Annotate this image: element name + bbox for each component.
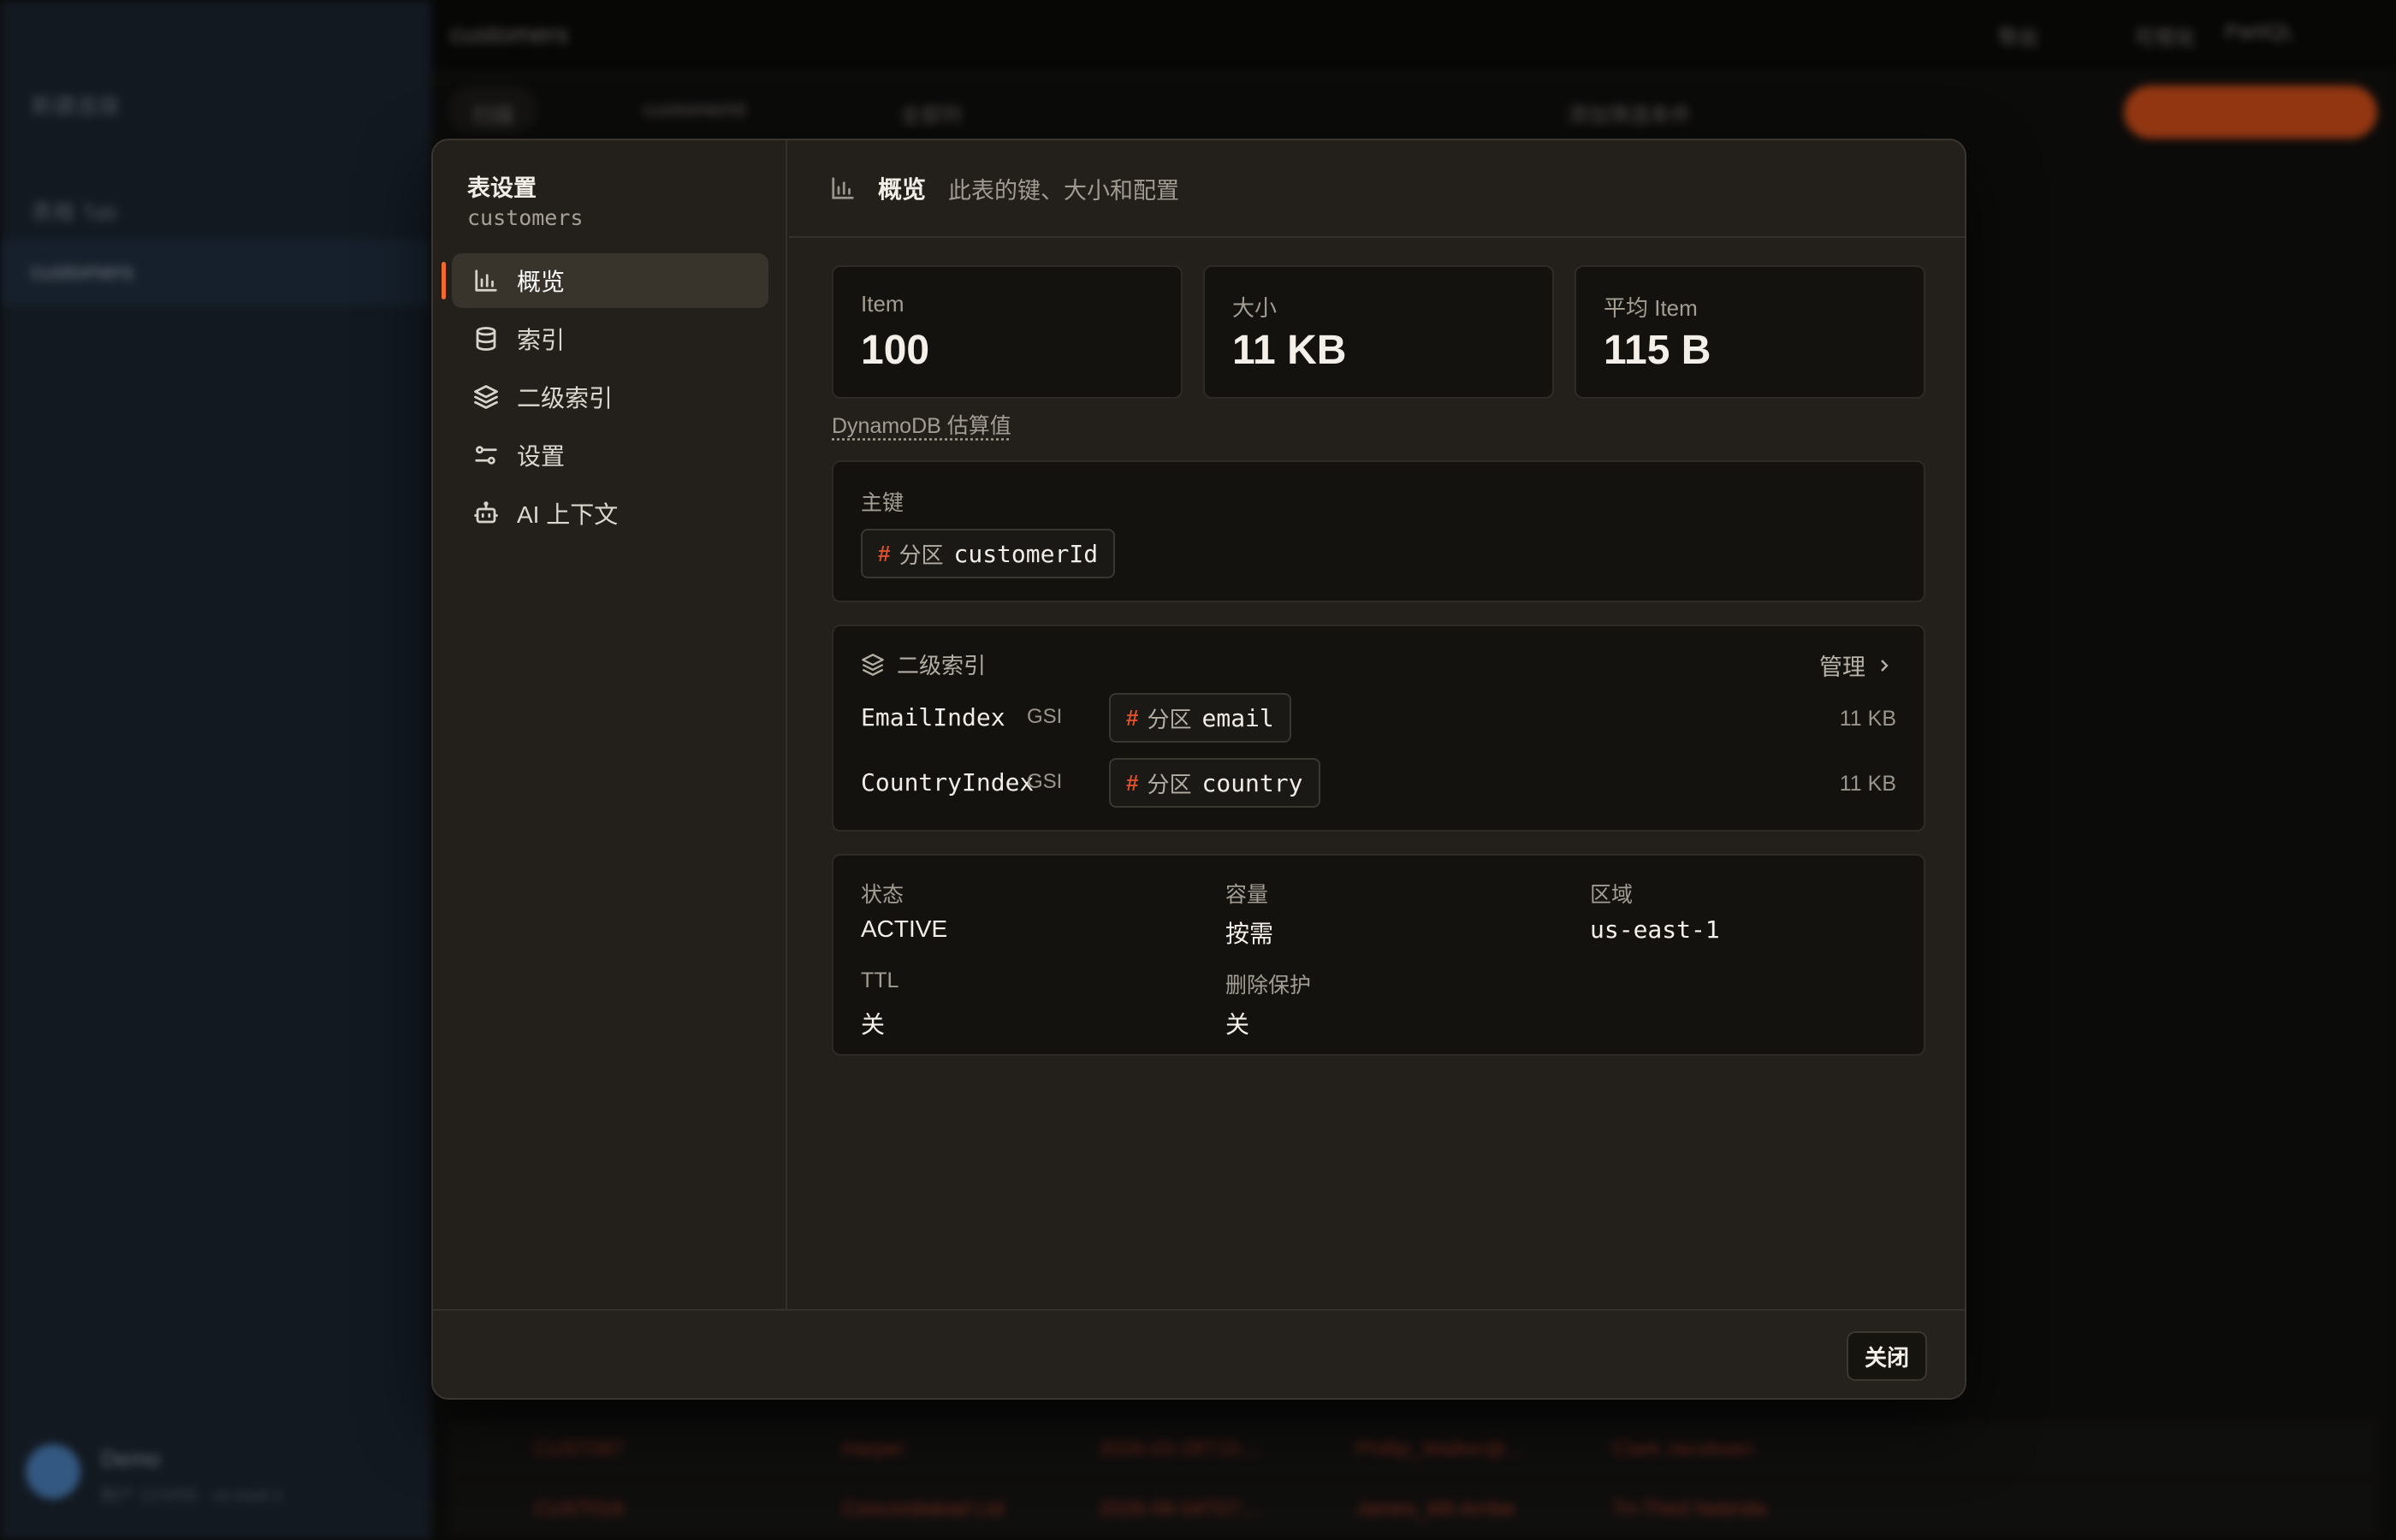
nav-item-label: 二级索引 <box>517 385 614 412</box>
stat-card-size: 大小 11 KB <box>1203 265 1554 399</box>
index-name: EmailIndex <box>861 703 1005 732</box>
index-type: GSI <box>1027 770 1063 793</box>
stat-value: 100 <box>861 328 930 373</box>
region-value: us-east-1 <box>1590 915 1720 944</box>
status-label: 状态 <box>861 883 904 907</box>
nav-item-ai-context[interactable]: AI 上下文 <box>452 486 768 541</box>
nav-item-label: AI 上下文 <box>517 501 619 528</box>
ttl-value: 关 <box>861 1011 886 1038</box>
key-role: 分区 <box>898 542 944 568</box>
dialog-footer: 关闭 <box>433 1309 1965 1398</box>
key-chip: # 分区 country <box>1109 758 1320 808</box>
table-name: customers <box>467 205 584 230</box>
table-settings-dialog: 表设置 customers 概览 索引 二级索引 设置 AI 上下文 概览 此表… <box>431 139 1966 1400</box>
stat-label: Item <box>861 291 904 317</box>
index-type: GSI <box>1027 705 1063 728</box>
sliders-icon <box>472 441 500 469</box>
stat-label: 平均 Item <box>1604 295 1698 321</box>
key-name: customerId <box>953 539 1099 568</box>
hash-icon: # <box>878 540 891 566</box>
stat-label: 大小 <box>1232 295 1278 321</box>
bar-chart-icon <box>832 177 854 199</box>
capacity-label: 容量 <box>1225 883 1269 907</box>
layers-icon <box>472 383 500 411</box>
layers-icon <box>862 653 884 676</box>
bot-icon <box>472 500 500 527</box>
section-header: 概览 此表的键、大小和配置 <box>789 140 1965 238</box>
index-size: 11 KB <box>1839 772 1896 796</box>
nav-item-secondary-indexes[interactable]: 二级索引 <box>452 370 768 424</box>
chevron-right-icon <box>1881 659 1889 672</box>
index-size: 11 KB <box>1839 707 1896 731</box>
section-subtitle: 此表的键、大小和配置 <box>948 177 1180 204</box>
dialog-sidebar: 表设置 customers 概览 索引 二级索引 设置 AI 上下文 <box>433 140 787 1309</box>
hash-icon: # <box>1126 769 1139 796</box>
key-role: 分区 <box>1147 771 1192 797</box>
estimate-note[interactable]: DynamoDB 估算值 <box>832 409 1011 440</box>
manage-indexes-link[interactable]: 管理 <box>1819 649 1895 682</box>
capacity-value: 按需 <box>1225 921 1274 947</box>
section-title: 概览 <box>878 176 927 203</box>
key-chip: # 分区 customerId <box>861 529 1116 578</box>
stat-card-items: Item 100 <box>832 265 1183 399</box>
close-button[interactable]: 关闭 <box>1847 1331 1927 1381</box>
primary-key-label: 主键 <box>861 491 904 515</box>
stat-value: 115 B <box>1604 328 1711 373</box>
primary-key-card: 主键 # 分区 customerId <box>832 460 1925 602</box>
gsi-header: 二级索引 <box>861 649 986 680</box>
gsi-label: 二级索引 <box>897 653 987 678</box>
bar-chart-icon <box>472 267 500 294</box>
nav-item-indexes[interactable]: 索引 <box>452 311 768 366</box>
secondary-indexes-card: 二级索引 管理 EmailIndex GSI # 分区 email 11 KB … <box>832 625 1925 832</box>
manage-label: 管理 <box>1819 654 1865 680</box>
nav-item-label: 设置 <box>517 443 566 470</box>
deletion-protection-value: 关 <box>1225 1011 1250 1038</box>
region-label: 区域 <box>1590 883 1634 907</box>
dialog-title: 表设置 <box>467 175 537 201</box>
database-icon <box>472 325 500 352</box>
deletion-protection-label: 删除保护 <box>1225 974 1312 998</box>
nav-item-settings[interactable]: 设置 <box>452 428 768 483</box>
nav-item-overview[interactable]: 概览 <box>442 253 768 308</box>
stat-value: 11 KB <box>1232 328 1347 373</box>
ttl-label: TTL <box>861 968 899 992</box>
hash-icon: # <box>1126 704 1139 731</box>
key-chip: # 分区 email <box>1109 693 1291 743</box>
dialog-content: 概览 此表的键、大小和配置 Item 100 大小 11 KB 平均 Item … <box>789 140 1965 1309</box>
key-name: country <box>1201 768 1303 797</box>
stat-card-average-item: 平均 Item 115 B <box>1575 265 1925 399</box>
nav-item-label: 概览 <box>517 269 566 295</box>
index-name: CountryIndex <box>861 768 1035 797</box>
table-properties-card: 状态 ACTIVE 容量 按需 区域 us-east-1 TTL 关 删除保护 … <box>832 854 1925 1056</box>
key-role: 分区 <box>1147 706 1192 732</box>
status-value: ACTIVE <box>861 915 948 942</box>
key-name: email <box>1201 703 1274 732</box>
nav-item-label: 索引 <box>517 327 566 353</box>
